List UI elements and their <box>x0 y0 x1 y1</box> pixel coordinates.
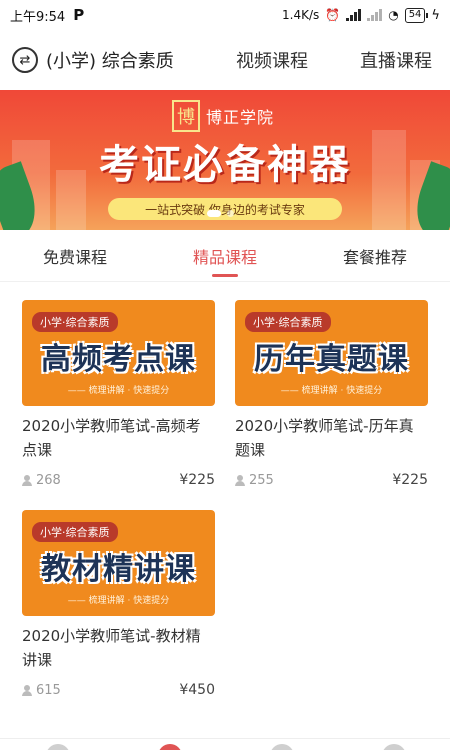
wifi-icon: ◔ <box>388 8 399 22</box>
signal-icon <box>346 9 362 21</box>
course-tag: 小学·综合素质 <box>32 522 118 542</box>
view-count: 255 <box>249 472 274 488</box>
course-price: ¥450 <box>179 682 215 698</box>
course-thumb-title: 教材精讲课 <box>41 552 196 587</box>
person-icon <box>22 474 32 486</box>
course-meta: 615 ¥450 <box>22 682 215 698</box>
course-tag: 小学·综合素质 <box>32 312 118 332</box>
network-speed: 1.4K/s <box>282 8 320 22</box>
bottom-tab-icon[interactable] <box>382 744 406 750</box>
course-views: 255 <box>235 473 274 488</box>
course-thumbnail[interactable]: 小学·综合素质 高频考点课 —— 梳理讲解 · 快速提分 <box>22 300 215 406</box>
course-thumb-title: 历年真题课 <box>254 342 409 377</box>
signal-off-icon <box>367 9 383 21</box>
course-price: ¥225 <box>179 472 215 488</box>
course-card[interactable]: 小学·综合素质 历年真题课 —— 梳理讲解 · 快速提分 2020小学教师笔试-… <box>235 300 428 488</box>
course-meta: 268 ¥225 <box>22 472 215 488</box>
course-tabs: 免费课程 精品课程 套餐推荐 <box>0 236 450 282</box>
course-meta: 255 ¥225 <box>235 472 428 488</box>
status-right: 1.4K/s ⏰ ◔ 54 ϟ <box>282 7 440 23</box>
top-nav: ⇄ (小学) 综合素质 视频课程 直播课程 <box>0 32 450 88</box>
view-count: 615 <box>36 682 61 698</box>
swap-subject-icon[interactable]: ⇄ <box>12 47 38 73</box>
person-icon <box>22 684 32 696</box>
parking-app-icon: P <box>73 6 85 24</box>
tab-free-courses[interactable]: 免费课程 <box>0 236 150 281</box>
status-left: 上午9:54 P <box>10 6 84 25</box>
course-price: ¥225 <box>392 472 428 488</box>
course-thumb-subtitle: —— 梳理讲解 · 快速提分 <box>67 596 170 606</box>
brand-seal-icon: 博 <box>172 100 200 132</box>
subject-selector[interactable]: (小学) 综合素质 <box>46 47 174 73</box>
pager-dot <box>227 210 234 217</box>
person-icon <box>235 474 245 486</box>
promo-banner[interactable]: 博 博正学院 考证必备神器 一站式突破 你身边的考试专家 <box>0 90 450 230</box>
charging-icon: ϟ <box>431 7 440 23</box>
brand-name: 博正学院 <box>206 108 275 127</box>
course-views: 615 <box>22 683 61 698</box>
course-thumb-title: 高频考点课 <box>41 342 196 377</box>
bottom-tab-icon[interactable] <box>46 744 70 750</box>
nav-live-courses[interactable]: 直播课程 <box>360 47 432 73</box>
course-thumb-subtitle: —— 梳理讲解 · 快速提分 <box>280 386 383 396</box>
course-title[interactable]: 2020小学教师笔试-历年真题课 <box>235 414 428 462</box>
bottom-tab-icon-active[interactable] <box>158 744 182 750</box>
tab-premium-courses[interactable]: 精品课程 <box>150 236 300 281</box>
course-card[interactable]: 小学·综合素质 高频考点课 —— 梳理讲解 · 快速提分 2020小学教师笔试-… <box>22 300 215 488</box>
course-thumb-subtitle: —— 梳理讲解 · 快速提分 <box>67 386 170 396</box>
course-card[interactable]: 小学·综合素质 教材精讲课 —— 梳理讲解 · 快速提分 2020小学教师笔试-… <box>22 510 215 698</box>
status-time: 上午9:54 <box>10 9 66 25</box>
tab-package-recommend[interactable]: 套餐推荐 <box>300 236 450 281</box>
banner-pager <box>207 210 234 217</box>
battery-icon: 54 <box>404 7 429 23</box>
view-count: 268 <box>36 472 61 488</box>
banner-title: 考证必备神器 <box>99 142 351 188</box>
course-thumbnail[interactable]: 小学·综合素质 历年真题课 —— 梳理讲解 · 快速提分 <box>235 300 428 406</box>
bottom-tab-bar <box>0 738 450 750</box>
status-bar: 上午9:54 P 1.4K/s ⏰ ◔ 54 ϟ <box>0 0 450 30</box>
course-thumbnail[interactable]: 小学·综合素质 教材精讲课 —— 梳理讲解 · 快速提分 <box>22 510 215 616</box>
pager-dot-active <box>207 210 221 217</box>
course-tag: 小学·综合素质 <box>245 312 331 332</box>
course-views: 268 <box>22 473 61 488</box>
alarm-icon: ⏰ <box>325 8 341 22</box>
course-title[interactable]: 2020小学教师笔试-高频考点课 <box>22 414 215 462</box>
course-title[interactable]: 2020小学教师笔试-教材精讲课 <box>22 624 215 672</box>
nav-video-courses[interactable]: 视频课程 <box>236 47 308 73</box>
brand-logo: 博 博正学院 <box>172 100 274 132</box>
bottom-tab-icon[interactable] <box>270 744 294 750</box>
